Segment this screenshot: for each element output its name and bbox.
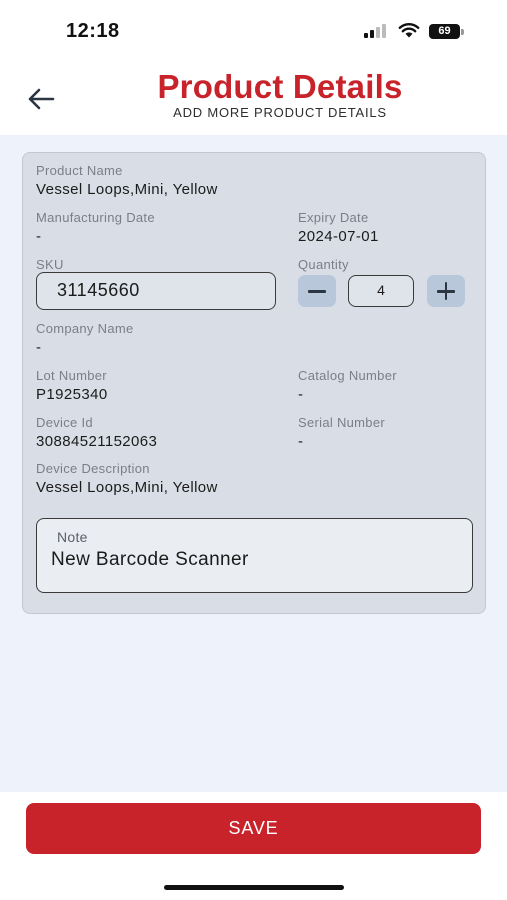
company-name-value: - bbox=[36, 339, 42, 356]
device-id-value: 30884521152063 bbox=[36, 433, 158, 450]
footer: SAVE bbox=[0, 792, 507, 900]
sku-label: SKU bbox=[36, 257, 64, 272]
expiry-date-label: Expiry Date bbox=[298, 210, 369, 225]
quantity-input[interactable]: 4 bbox=[348, 275, 414, 307]
header: Product Details ADD MORE PRODUCT DETAILS bbox=[0, 60, 507, 135]
expiry-date-value: 2024-07-01 bbox=[298, 228, 379, 245]
battery-nub bbox=[461, 29, 464, 35]
serial-number-label: Serial Number bbox=[298, 415, 385, 430]
home-indicator bbox=[164, 885, 344, 890]
manufacturing-date-label: Manufacturing Date bbox=[36, 210, 155, 225]
page-subtitle: ADD MORE PRODUCT DETAILS bbox=[173, 105, 387, 120]
note-value[interactable]: New Barcode Scanner bbox=[51, 549, 249, 571]
cellular-signal-icon bbox=[364, 24, 390, 38]
product-details-card: Product Name Vessel Loops,Mini, Yellow M… bbox=[22, 152, 486, 614]
manufacturing-date-value: - bbox=[36, 228, 42, 245]
serial-number-value: - bbox=[298, 433, 304, 450]
device-id-label: Device Id bbox=[36, 415, 93, 430]
main-content: Product Name Vessel Loops,Mini, Yellow M… bbox=[0, 135, 507, 792]
catalog-number-value: - bbox=[298, 386, 304, 403]
note-label: Note bbox=[57, 529, 88, 545]
battery-icon: 69 bbox=[429, 24, 460, 39]
quantity-increment-button[interactable] bbox=[427, 275, 465, 307]
arrow-left-icon[interactable] bbox=[26, 87, 56, 111]
wifi-icon bbox=[398, 23, 420, 38]
status-time: 12:18 bbox=[66, 20, 120, 42]
device-description-label: Device Description bbox=[36, 461, 150, 476]
company-name-label: Company Name bbox=[36, 321, 134, 336]
catalog-number-label: Catalog Number bbox=[298, 368, 397, 383]
quantity-label: Quantity bbox=[298, 257, 349, 272]
product-name-label: Product Name bbox=[36, 163, 123, 178]
device-description-value: Vessel Loops,Mini, Yellow bbox=[36, 479, 218, 496]
page-title-text: Product Details bbox=[157, 68, 403, 105]
sku-input[interactable]: 31145660 bbox=[36, 272, 276, 310]
quantity-decrement-button[interactable] bbox=[298, 275, 336, 307]
product-name-value: Vessel Loops,Mini, Yellow bbox=[36, 181, 218, 198]
lot-number-label: Lot Number bbox=[36, 368, 107, 383]
note-field[interactable]: Note New Barcode Scanner bbox=[36, 518, 473, 593]
minus-icon bbox=[308, 290, 326, 293]
lot-number-value: P1925340 bbox=[36, 386, 108, 403]
status-bar: 12:18 69 bbox=[0, 0, 507, 60]
save-button[interactable]: SAVE bbox=[26, 803, 481, 854]
